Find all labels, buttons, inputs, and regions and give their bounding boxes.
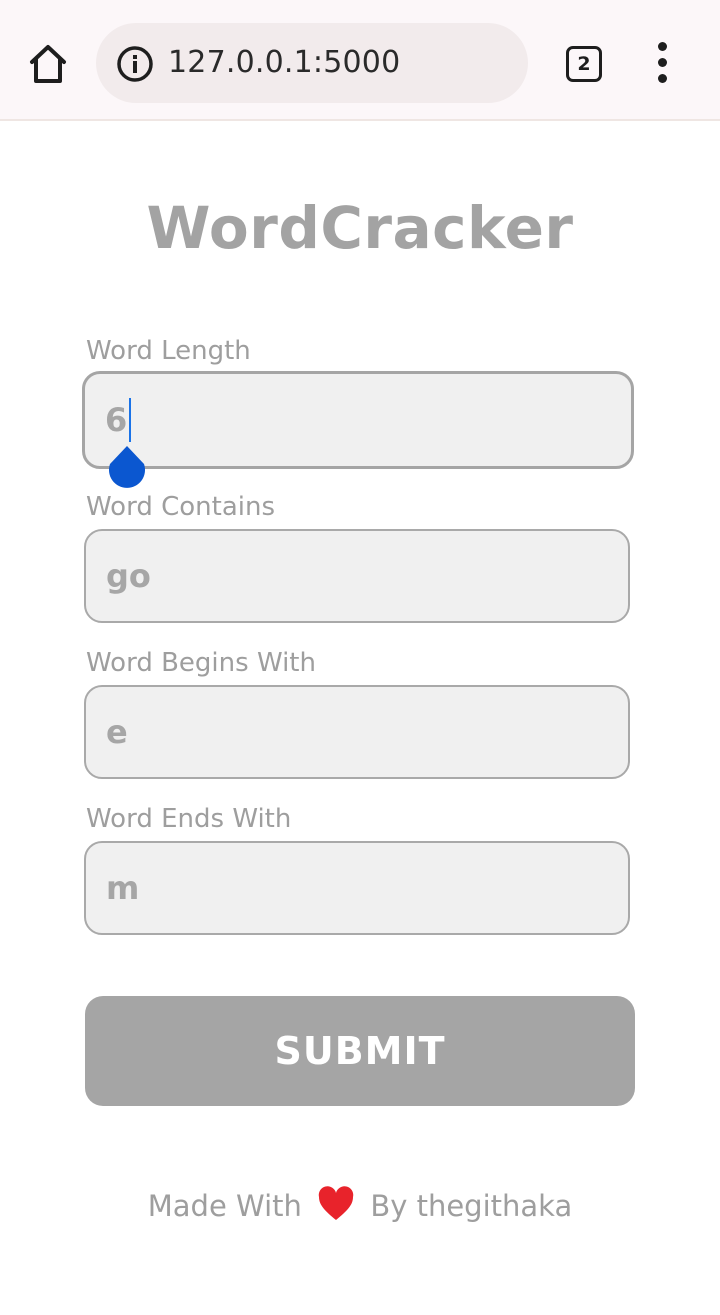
submit-button[interactable]: SUBMIT — [85, 996, 635, 1106]
tab-switcher-button[interactable]: 2 — [566, 46, 602, 82]
word-ends-value: m — [106, 869, 140, 907]
url-text[interactable]: 127.0.0.1:5000 — [168, 23, 400, 103]
word-contains-label: Word Contains — [86, 492, 276, 522]
text-caret — [129, 398, 132, 442]
word-length-value: 6 — [105, 401, 128, 439]
browser-toolbar: 127.0.0.1:5000 2 — [0, 0, 720, 121]
footer-credit: Made With By thegithaka — [0, 1186, 720, 1223]
page-title: WordCracker — [146, 194, 574, 262]
word-length-input[interactable]: 6 — [82, 371, 634, 469]
word-ends-input[interactable]: m — [84, 841, 630, 935]
info-icon[interactable] — [116, 45, 154, 83]
home-icon[interactable] — [24, 40, 72, 88]
word-length-label: Word Length — [86, 336, 251, 366]
word-ends-label: Word Ends With — [86, 804, 292, 834]
word-contains-input[interactable]: go — [84, 529, 630, 623]
word-begins-label: Word Begins With — [86, 648, 316, 678]
text-selection-handle[interactable] — [106, 444, 148, 494]
word-begins-input[interactable]: e — [84, 685, 630, 779]
footer-prefix: Made With — [147, 1189, 302, 1223]
address-bar[interactable]: 127.0.0.1:5000 — [96, 23, 528, 103]
footer-suffix: By thegithaka — [370, 1189, 573, 1223]
overflow-menu-icon[interactable] — [648, 42, 678, 84]
word-begins-value: e — [106, 713, 128, 751]
word-contains-value: go — [106, 557, 151, 595]
heart-icon — [317, 1186, 355, 1222]
